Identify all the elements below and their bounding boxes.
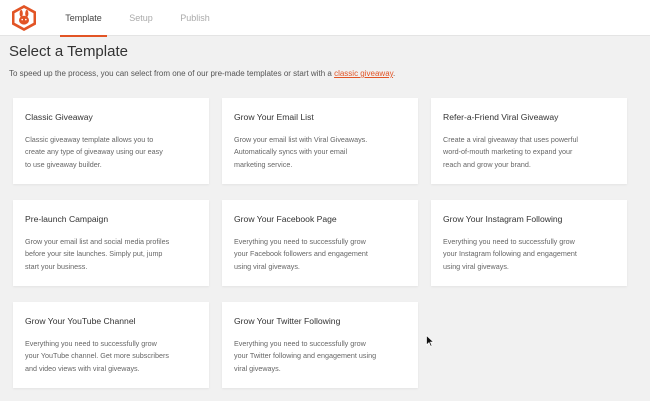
- description-line: to use giveaway builder.: [25, 159, 102, 169]
- tab-template[interactable]: Template: [60, 0, 107, 37]
- description-line: Classic giveaway template allows you to: [25, 135, 154, 144]
- description-line: word-of-mouth marketing to expand your: [443, 147, 573, 157]
- description-line: viral giveways.: [234, 363, 281, 373]
- tab-setup[interactable]: Setup: [126, 0, 156, 36]
- description-line: your Facebook followers and engagement: [234, 249, 368, 259]
- description-line: your Twitter following and engagement us…: [234, 351, 377, 361]
- template-card-grow-twitter-following[interactable]: Grow Your Twitter Following Everything y…: [222, 302, 418, 388]
- page-subtitle: To speed up the process, you can select …: [9, 69, 395, 78]
- template-card-title: Refer-a-Friend Viral Giveaway: [443, 112, 559, 122]
- description-line: Grow your email list with Viral Giveaway…: [234, 135, 368, 144]
- description-line: Automatically syncs with your email: [234, 147, 348, 157]
- subtitle-text: To speed up the process, you can select …: [9, 69, 335, 78]
- description-line: Everything you need to successfully grow: [234, 237, 366, 246]
- template-card-description: Classic giveaway template allows you to …: [25, 134, 197, 171]
- description-line: your Instagram following and engagement: [443, 249, 577, 259]
- description-line: Everything you need to successfully grow: [234, 339, 366, 348]
- template-card-title: Grow Your YouTube Channel: [25, 316, 136, 326]
- template-card-title: Grow Your Instagram Following: [443, 214, 563, 224]
- template-card-description: Grow your email list and social media pr…: [25, 236, 197, 273]
- subtitle-period: .: [393, 69, 396, 78]
- top-navigation-bar: Template Setup Publish: [0, 0, 650, 37]
- template-card-title: Grow Your Facebook Page: [234, 214, 337, 224]
- template-card-title: Grow Your Twitter Following: [234, 316, 341, 326]
- template-card-title: Classic Giveaway: [25, 112, 93, 122]
- template-card-title: Grow Your Email List: [234, 112, 314, 122]
- template-card-grow-instagram-following[interactable]: Grow Your Instagram Following Everything…: [431, 200, 627, 286]
- description-line: Create a viral giveaway that uses powerf…: [443, 135, 579, 144]
- description-line: and video views with viral giveways.: [25, 363, 140, 373]
- template-card-pre-launch-campaign[interactable]: Pre-launch Campaign Grow your email list…: [13, 200, 209, 286]
- description-line: marketing service.: [234, 159, 293, 169]
- rafflepress-bunny-icon[interactable]: [11, 4, 37, 32]
- template-card-description: Everything you need to successfully grow…: [234, 236, 406, 273]
- template-card-description: Everything you need to successfully grow…: [443, 236, 615, 273]
- page-title: Select a Template: [9, 43, 128, 60]
- template-card-description: Grow your email list with Viral Giveaway…: [234, 134, 406, 171]
- tab-publish[interactable]: Publish: [178, 0, 212, 36]
- description-line: using viral giveways.: [443, 261, 509, 271]
- description-line: reach and grow your brand.: [443, 159, 531, 169]
- description-line: Grow your email list and social media pr…: [25, 237, 170, 246]
- description-line: create any type of giveaway using our ea…: [25, 147, 163, 157]
- template-card-title: Pre-launch Campaign: [25, 214, 109, 224]
- template-card-description: Everything you need to successfully grow…: [25, 338, 197, 375]
- description-line: start your business.: [25, 261, 88, 271]
- description-line: your YouTube channel. Get more subscribe…: [25, 351, 169, 361]
- template-card-grow-youtube-channel[interactable]: Grow Your YouTube Channel Everything you…: [13, 302, 209, 388]
- description-line: Everything you need to successfully grow: [25, 339, 157, 348]
- template-card-grow-facebook-page[interactable]: Grow Your Facebook Page Everything you n…: [222, 200, 418, 286]
- description-line: using viral giveways.: [234, 261, 300, 271]
- template-card-refer-a-friend[interactable]: Refer-a-Friend Viral Giveaway Create a v…: [431, 98, 627, 184]
- template-card-description: Everything you need to successfully grow…: [234, 338, 406, 375]
- template-card-description: Create a viral giveaway that uses powerf…: [443, 134, 615, 171]
- template-card-classic-giveaway[interactable]: Classic Giveaway Classic giveaway templa…: [13, 98, 209, 184]
- description-line: Everything you need to successfully grow: [443, 237, 575, 246]
- classic-giveaway-link[interactable]: classic giveaway: [334, 69, 393, 78]
- description-line: before your site launches. Simply put, j…: [25, 249, 163, 259]
- template-card-grow-email-list[interactable]: Grow Your Email List Grow your email lis…: [222, 98, 418, 184]
- mouse-pointer-icon: [426, 335, 434, 347]
